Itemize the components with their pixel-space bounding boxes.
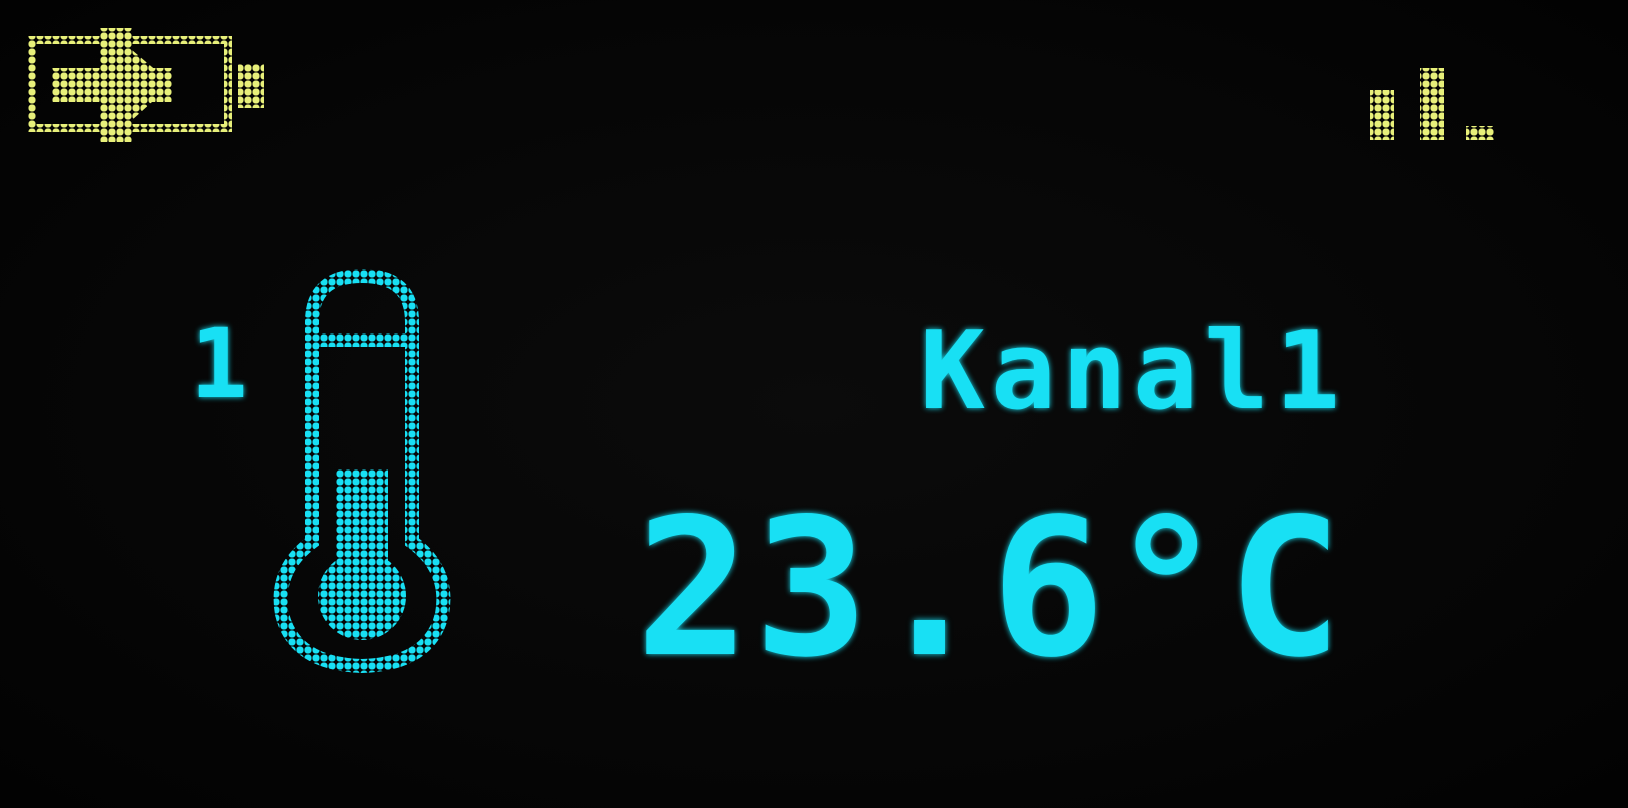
- channel-name: Kanal1: [919, 309, 1346, 434]
- oled-display: 1 Kanal1 23.6°C: [0, 0, 1628, 808]
- thermometer-icon: [273, 268, 451, 674]
- temperature-reading: 23.6°C: [635, 478, 1346, 699]
- channel-number: 1: [190, 308, 248, 420]
- plug-battery-icon: [28, 28, 264, 142]
- signal-strength-icon: [1370, 68, 1494, 140]
